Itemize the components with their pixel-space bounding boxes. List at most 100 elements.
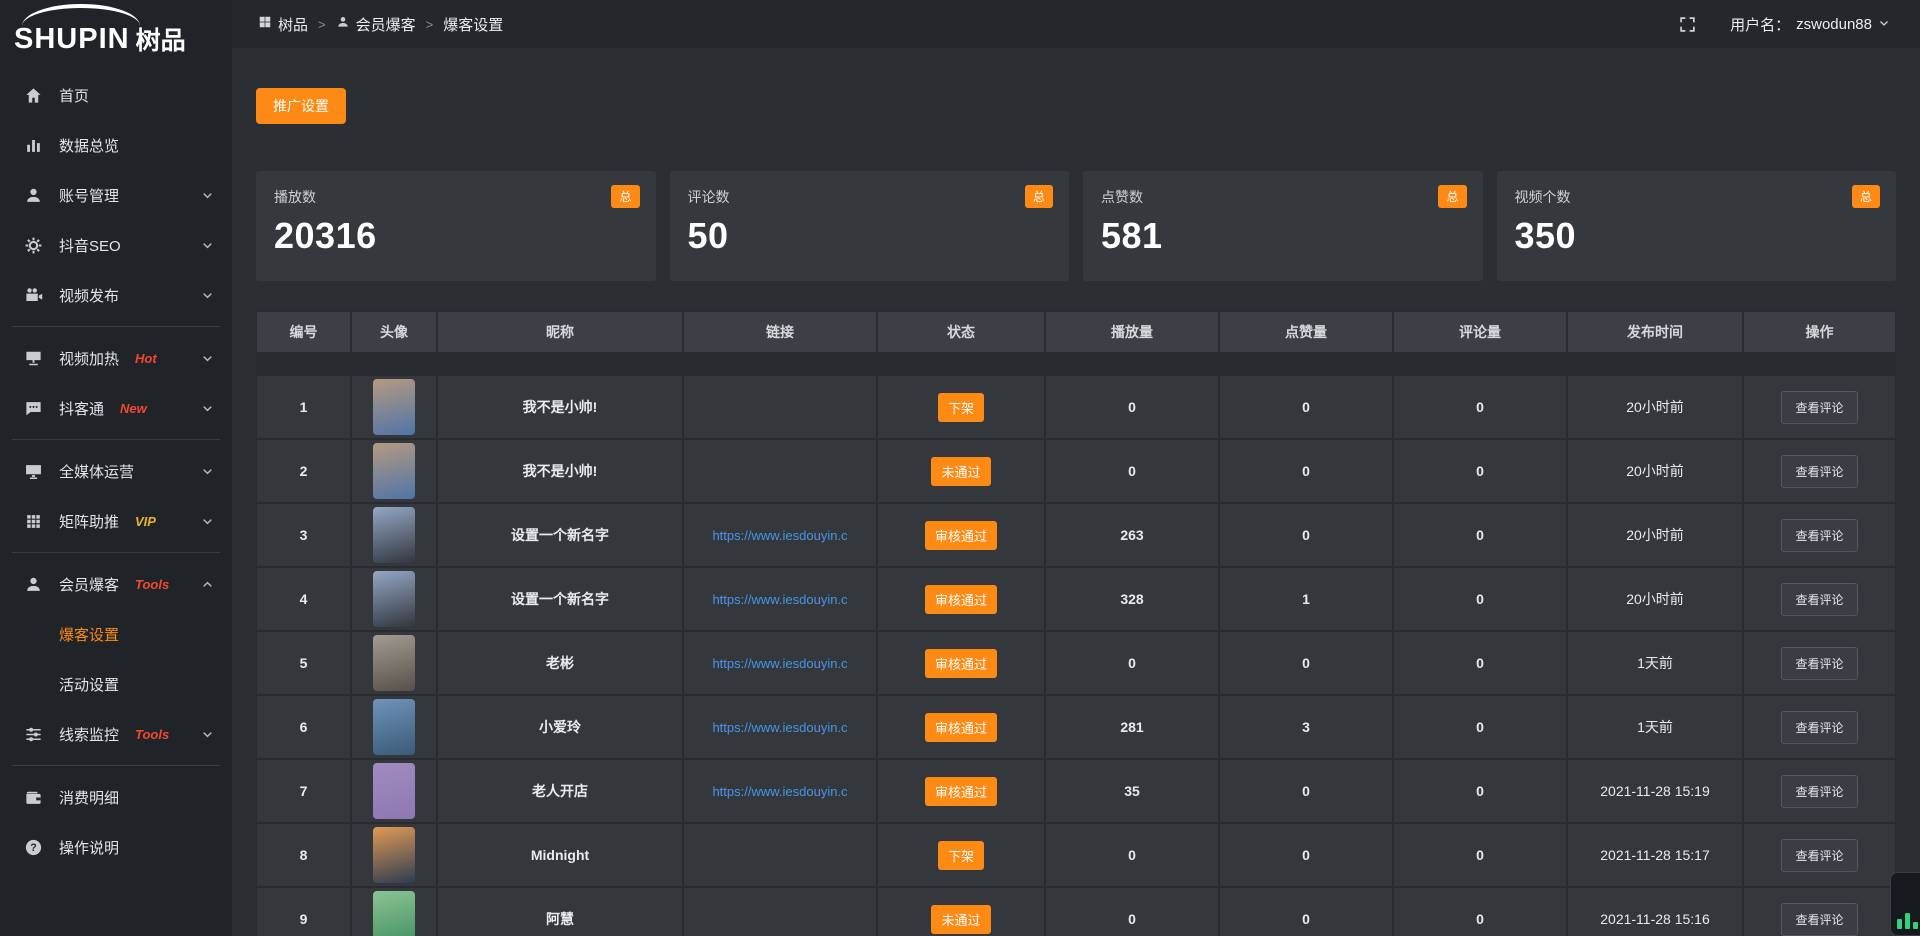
- cell-avatar: [352, 504, 436, 566]
- stat-card-total-badge: 总: [1438, 185, 1466, 208]
- stat-card-label: 点赞数: [1101, 187, 1465, 207]
- promo-settings-button[interactable]: 推广设置: [256, 88, 346, 124]
- sidebar-item-video-publish[interactable]: 视频发布: [0, 270, 232, 320]
- sidebar-item-consumption-detail[interactable]: 消费明细: [0, 772, 232, 822]
- view-comments-button[interactable]: 查看评论: [1781, 903, 1857, 936]
- view-comments-button[interactable]: 查看评论: [1781, 391, 1857, 424]
- cell-comments: 0: [1394, 632, 1566, 694]
- chevron-down-icon: [201, 402, 214, 415]
- view-comments-button[interactable]: 查看评论: [1781, 519, 1857, 552]
- sidebar-item-data-overview[interactable]: 数据总览: [0, 120, 232, 170]
- cell-nickname: 设置一个新名字: [438, 568, 682, 630]
- sidebar-item-home[interactable]: 首页: [0, 70, 232, 120]
- stat-card-total-badge: 总: [611, 185, 639, 208]
- cell-action: 查看评论: [1744, 824, 1895, 886]
- view-comments-button[interactable]: 查看评论: [1781, 455, 1857, 488]
- chevron-down-icon: [201, 352, 214, 365]
- cell-status: 下架: [878, 376, 1044, 438]
- cell-likes: 1: [1220, 568, 1392, 630]
- svg-text:?: ?: [30, 842, 37, 854]
- breadcrumb-label: 树品: [278, 14, 308, 35]
- status-badge: 未通过: [931, 905, 990, 934]
- breadcrumb-item[interactable]: 树品: [258, 14, 308, 35]
- cell-plays: 35: [1046, 760, 1218, 822]
- cell-nickname: 老人开店: [438, 760, 682, 822]
- breadcrumb-item[interactable]: 会员爆客: [336, 14, 416, 35]
- cell-link: https://www.iesdouyin.c: [684, 632, 876, 694]
- topbar: 树品>会员爆客>爆客设置 用户名：zswodun88: [232, 0, 1920, 48]
- cell-link: https://www.iesdouyin.c: [684, 568, 876, 630]
- sidebar-divider: [12, 439, 220, 440]
- sidebar-item-label: 视频加热: [59, 348, 119, 369]
- camera-icon: [24, 285, 44, 305]
- view-comments-button[interactable]: 查看评论: [1781, 583, 1857, 616]
- cell-action: 查看评论: [1744, 696, 1895, 758]
- video-link[interactable]: https://www.iesdouyin.c: [712, 656, 847, 671]
- stat-card-total-badge: 总: [1852, 185, 1880, 208]
- cell-plays: 328: [1046, 568, 1218, 630]
- table-header-cell: 操作: [1744, 312, 1895, 352]
- cell-publish-time: 20小时前: [1568, 376, 1742, 438]
- sidebar-item-douketong[interactable]: 抖客通New: [0, 383, 232, 433]
- sidebar-subitem-label: 爆客设置: [59, 624, 119, 645]
- user-icon: [24, 185, 44, 205]
- video-link[interactable]: https://www.iesdouyin.c: [712, 528, 847, 543]
- cell-status: 审核通过: [878, 632, 1044, 694]
- sidebar-subitem-baoke-settings[interactable]: 爆客设置: [0, 609, 232, 659]
- view-comments-button[interactable]: 查看评论: [1781, 711, 1857, 744]
- sidebar-item-tag: Hot: [135, 351, 157, 366]
- brand-name: SHUPIN: [14, 25, 130, 54]
- cell-plays: 0: [1046, 376, 1218, 438]
- cell-comments: 0: [1394, 440, 1566, 502]
- view-comments-button[interactable]: 查看评论: [1781, 775, 1857, 808]
- content: 推广设置 播放数总20316评论数总50点赞数总581视频个数总350 编号头像…: [232, 48, 1920, 936]
- cell-nickname: 小爱玲: [438, 696, 682, 758]
- user-menu[interactable]: 用户名：zswodun88: [1730, 14, 1890, 35]
- sidebar-item-label: 会员爆客: [59, 574, 119, 595]
- cell-status: 审核通过: [878, 504, 1044, 566]
- sidebar-item-label: 首页: [59, 85, 89, 106]
- sidebar-item-video-heat[interactable]: 视频加热 Hot: [0, 333, 232, 383]
- cell-publish-time: 20小时前: [1568, 568, 1742, 630]
- avatar: [373, 571, 415, 627]
- table-header-cell: 链接: [684, 312, 876, 352]
- breadcrumb-separator: >: [426, 17, 434, 32]
- avatar: [373, 763, 415, 819]
- cell-plays: 0: [1046, 440, 1218, 502]
- sidebar-item-label: 线索监控: [59, 724, 119, 745]
- avatar: [373, 827, 415, 883]
- stat-card: 播放数总20316: [256, 171, 656, 281]
- app-window: SHUPIN 树品 首页数据总览账号管理抖音SEO 视频发布视频加热 Hot 抖客通N…: [0, 0, 1920, 936]
- cell-plays: 0: [1046, 632, 1218, 694]
- video-link[interactable]: https://www.iesdouyin.c: [712, 720, 847, 735]
- cell-link: [684, 440, 876, 502]
- cell-publish-time: 20小时前: [1568, 504, 1742, 566]
- cell-plays: 0: [1046, 824, 1218, 886]
- sidebar-item-operation-guide[interactable]: ?操作说明: [0, 822, 232, 872]
- sidebar-subitem-activity-settings[interactable]: 活动设置: [0, 659, 232, 709]
- avatar: [373, 891, 415, 936]
- view-comments-button[interactable]: 查看评论: [1781, 647, 1857, 680]
- sidebar-item-tag: Tools: [135, 577, 169, 592]
- view-comments-button[interactable]: 查看评论: [1781, 839, 1857, 872]
- stat-card-value: 350: [1515, 215, 1879, 257]
- sidebar-item-douyin-seo[interactable]: 抖音SEO: [0, 220, 232, 270]
- cell-link: [684, 824, 876, 886]
- video-link[interactable]: https://www.iesdouyin.c: [712, 592, 847, 607]
- video-link[interactable]: https://www.iesdouyin.c: [712, 784, 847, 799]
- cell-link: [684, 888, 876, 936]
- sidebar-item-label: 抖音SEO: [59, 235, 121, 256]
- cell-plays: 263: [1046, 504, 1218, 566]
- fullscreen-icon[interactable]: [1679, 16, 1696, 33]
- sidebar-item-omni-media[interactable]: 全媒体运营: [0, 446, 232, 496]
- cell-publish-time: 20小时前: [1568, 440, 1742, 502]
- sidebar-item-account-management[interactable]: 账号管理: [0, 170, 232, 220]
- sidebar-divider: [12, 326, 220, 327]
- user-icon: [24, 574, 44, 594]
- sidebar-item-member-baoke[interactable]: 会员爆客 Tools: [0, 559, 232, 609]
- sidebar-item-matrix-boost[interactable]: 矩阵助推VIP: [0, 496, 232, 546]
- cell-publish-time: 1天前: [1568, 696, 1742, 758]
- floating-widget[interactable]: [1890, 872, 1920, 936]
- sidebar-item-clue-monitor[interactable]: 线索监控Tools: [0, 709, 232, 759]
- status-badge: 下架: [938, 841, 984, 870]
